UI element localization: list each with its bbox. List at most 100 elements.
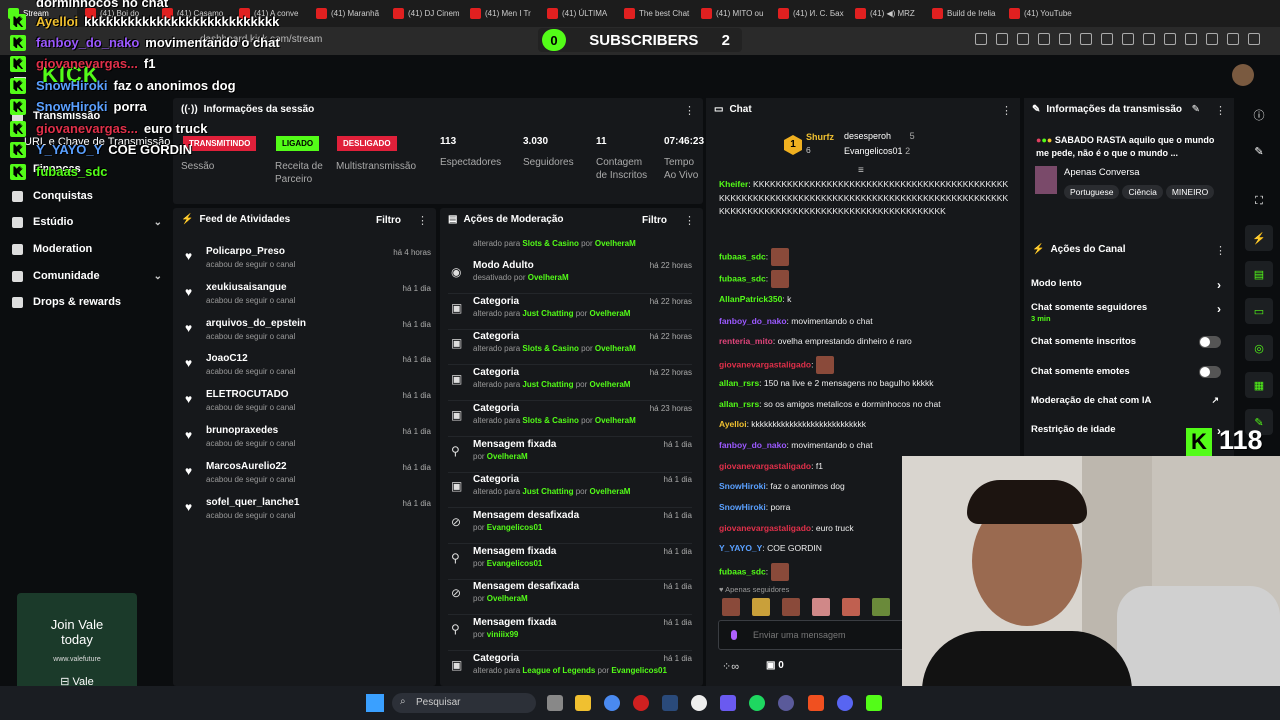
sidebar-item-comunidade[interactable]: Comunidade ⌄: [12, 270, 162, 282]
chat-username[interactable]: allan_rsrs: [719, 399, 759, 409]
bolt-icon[interactable]: ⚡: [1245, 225, 1273, 251]
chat-username[interactable]: fubaas_sdc: [719, 251, 766, 261]
chat-username[interactable]: giovanevargastaligado: [719, 523, 811, 533]
extension-icon[interactable]: [1101, 33, 1113, 45]
channel-action-item[interactable]: Chat somente emotes: [1031, 366, 1227, 378]
chat-username[interactable]: giovanevargastaligado: [719, 461, 811, 471]
folder-icon[interactable]: [575, 695, 591, 711]
extension-icon[interactable]: [1185, 33, 1197, 45]
browser-tab[interactable]: (41) YouTube: [1001, 0, 1078, 27]
moderation-filter-button[interactable]: Filtro: [642, 215, 667, 226]
list-item[interactable]: ♥ xeukiusaisangue acabou de seguir o canal…: [181, 282, 431, 316]
chat-username[interactable]: SnowHiroki: [719, 502, 766, 512]
more-options-icon[interactable]: ⋮: [1001, 104, 1012, 117]
channel-action-item[interactable]: Modo lento ›: [1031, 278, 1227, 292]
obs-icon[interactable]: [691, 695, 707, 711]
list-item[interactable]: ♥ Policarpo_Preso acabou de seguir o canal…: [181, 246, 431, 280]
toggle-switch[interactable]: [1199, 366, 1221, 378]
moderation-row[interactable]: ▣ Categoria alterado para Slots & Casino p…: [448, 331, 692, 366]
gift-count[interactable]: ▣ 0: [766, 660, 784, 671]
chat-icon[interactable]: ▭: [1245, 298, 1273, 324]
taskbar-search[interactable]: ⌕ Pesquisar: [392, 693, 536, 713]
list-item[interactable]: ♥ JoaoC12 acabou de seguir o canal há 1 dia: [181, 353, 431, 387]
chrome-icon[interactable]: [604, 695, 620, 711]
steam-icon[interactable]: [662, 695, 678, 711]
extension-icon[interactable]: [1143, 33, 1155, 45]
browser-tab[interactable]: Build de Irelia: [924, 0, 1001, 27]
browser-tab[interactable]: (41) Men I Tr: [462, 0, 539, 27]
browser-tab[interactable]: (41) DJ Cinem: [385, 0, 462, 27]
list-item[interactable]: ♥ MarcosAurelio22 acabou de seguir o canal…: [181, 461, 431, 495]
broadcast-icon[interactable]: ◎: [1245, 335, 1273, 361]
emote-icon[interactable]: [782, 598, 800, 616]
sidebar-item-conquistas[interactable]: Conquistas: [12, 190, 162, 202]
extension-icon[interactable]: [996, 33, 1008, 45]
moderation-row[interactable]: ▣ Categoria alterado para League of Legend…: [448, 653, 692, 686]
browser-tab[interactable]: (41) MITO ou: [693, 0, 770, 27]
moderation-row[interactable]: ⚲ Mensagem fixada por OvelheraM há 1 dia: [448, 439, 692, 473]
emote-icon[interactable]: [812, 598, 830, 616]
extension-icon[interactable]: [1017, 33, 1029, 45]
edit-icon[interactable]: ✎: [1192, 104, 1200, 115]
chat-username[interactable]: Ayelloi: [719, 419, 747, 429]
moderation-row[interactable]: ▣ Categoria alterado para Slots & Casino p…: [448, 403, 692, 437]
sidebar-item-drops[interactable]: Drops & rewards: [12, 296, 162, 308]
chat-username[interactable]: fubaas_sdc: [719, 273, 766, 283]
browser-tab[interactable]: (41) Maranhã: [308, 0, 385, 27]
infinite-icon[interactable]: ⁘∞: [722, 660, 739, 673]
channel-action-item[interactable]: Moderação de chat com IA ↗: [1031, 395, 1227, 406]
emote-icon[interactable]: [872, 598, 890, 616]
moderation-row[interactable]: ⊘ Mensagem desafixada por Evangelicos01 há …: [448, 510, 692, 544]
emote-icon[interactable]: [722, 598, 740, 616]
browser-tab[interactable]: (41) ◀) MRZ: [847, 0, 924, 27]
chat-username[interactable]: renteria_mito: [719, 336, 773, 346]
more-options-icon[interactable]: ⋮: [1215, 244, 1226, 257]
moderation-row[interactable]: ▣ Categoria alterado para Just Chatting po…: [448, 367, 692, 402]
browser-tab[interactable]: (41) ÚLTIMA: [539, 0, 616, 27]
list-item[interactable]: ♥ sofel_quer_lanche1 acabou de seguir o ca…: [181, 497, 431, 531]
more-options-icon[interactable]: ⋮: [417, 214, 428, 227]
pen-icon[interactable]: ✎: [1245, 138, 1273, 164]
opera-icon[interactable]: [633, 695, 649, 711]
feed-filter-button[interactable]: Filtro: [376, 215, 401, 226]
more-options-icon[interactable]: ⋮: [1215, 104, 1226, 117]
browser-tab[interactable]: The best Chat: [616, 0, 693, 27]
toggle-switch[interactable]: [1199, 336, 1221, 348]
list-item[interactable]: ♥ arquivos_do_epstein acabou de seguir o c…: [181, 318, 431, 352]
expand-icon[interactable]: ≡: [858, 165, 864, 176]
windows-start-icon[interactable]: [366, 694, 384, 712]
brave-icon[interactable]: [808, 695, 824, 711]
list-item[interactable]: ♥ ELETROCUTADO acabou de seguir o canal há …: [181, 389, 431, 423]
chat-input[interactable]: Enviar uma mensagem: [718, 620, 914, 650]
extension-icon[interactable]: [1206, 33, 1218, 45]
extension-icon[interactable]: [1227, 33, 1239, 45]
list-item[interactable]: ♥ brunopraxedes acabou de seguir o canal há…: [181, 425, 431, 459]
moderation-row[interactable]: ⚲ Mensagem fixada por Evangelicos01 há 1 di…: [448, 546, 692, 580]
extension-icon[interactable]: [1059, 33, 1071, 45]
channel-action-item[interactable]: Chat somente seguidores 3 min ›: [1031, 302, 1227, 324]
moderation-row[interactable]: ▣ Categoria alterado para Just Chatting po…: [448, 474, 692, 509]
extension-icon[interactable]: [1248, 33, 1260, 45]
chat-username[interactable]: fanboy_do_nako: [719, 316, 787, 326]
moderation-row[interactable]: ▣ Categoria alterado para Just Chatting po…: [448, 296, 692, 330]
taskview-icon[interactable]: [547, 695, 563, 711]
document-icon[interactable]: ▤: [1245, 261, 1273, 287]
emote-icon[interactable]: [752, 598, 770, 616]
extension-icon[interactable]: [1164, 33, 1176, 45]
app-icon[interactable]: [720, 695, 736, 711]
moderation-row[interactable]: ◉ Modo Adulto desativado por OvelheraM há 2…: [448, 260, 692, 294]
chat-username[interactable]: SnowHiroki: [719, 481, 766, 491]
extension-icon[interactable]: [1122, 33, 1134, 45]
category-thumbnail[interactable]: [1035, 166, 1057, 194]
channel-action-item[interactable]: Chat somente inscritos: [1031, 336, 1227, 348]
app-icon[interactable]: [778, 695, 794, 711]
moderation-row[interactable]: ⊘ Mensagem desafixada por OvelheraM há 1 di…: [448, 581, 692, 616]
extension-icon[interactable]: [975, 33, 987, 45]
moderation-row[interactable]: ⚲ Mensagem fixada por viniiix99 há 1 dia: [448, 617, 692, 651]
extension-icon[interactable]: [1080, 33, 1092, 45]
fullscreen-icon[interactable]: ⛶: [1245, 188, 1273, 214]
more-options-icon[interactable]: ⋮: [684, 214, 695, 227]
spotify-icon[interactable]: [749, 695, 765, 711]
chat-username[interactable]: fubaas_sdc: [719, 566, 766, 576]
sidebar-item-moderation[interactable]: Moderation: [12, 243, 162, 255]
